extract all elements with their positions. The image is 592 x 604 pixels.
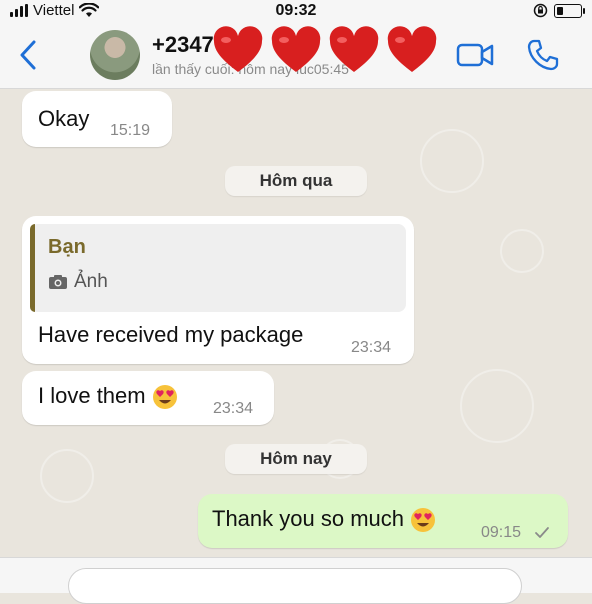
- status-time: 09:32: [275, 2, 317, 19]
- message-bubble-outgoing[interactable]: Thank you so much 09:15: [198, 494, 568, 548]
- back-chevron-icon[interactable]: [14, 38, 44, 72]
- quoted-message[interactable]: Bạn Ảnh: [30, 224, 406, 312]
- message-text: I love them: [38, 383, 178, 410]
- composer-bar: [0, 557, 592, 604]
- quote-body: Ảnh: [48, 271, 108, 293]
- heart-icon: [329, 26, 379, 73]
- status-right: [533, 3, 585, 18]
- contact-avatar[interactable]: [90, 30, 140, 80]
- status-bar: Viettel 09:32: [0, 0, 592, 24]
- quote-accent-bar: [30, 224, 35, 312]
- camera-icon: [49, 275, 67, 289]
- message-bubble-incoming[interactable]: Okay 15:19: [22, 91, 172, 147]
- quote-text: Ảnh: [74, 271, 108, 292]
- message-bubble-incoming[interactable]: Bạn Ảnh Have received my package 23:34: [22, 216, 414, 364]
- heart-icon: [213, 26, 263, 73]
- video-call-icon[interactable]: [456, 40, 494, 70]
- message-text: Thank you so much: [212, 506, 436, 533]
- heart-eyes-emoji: [411, 508, 436, 533]
- chat-area[interactable]: Okay 15:19 Hôm qua Bạn Ảnh Have received…: [0, 89, 592, 557]
- battery-icon: [554, 3, 585, 18]
- message-text-content: Thank you so much: [212, 506, 404, 531]
- wallpaper-doodle: [40, 449, 94, 503]
- heart-icon: [387, 26, 437, 73]
- date-separator: Hôm nay: [225, 444, 367, 474]
- message-time: 15:19: [110, 122, 151, 139]
- message-text: Okay: [38, 106, 90, 131]
- wallpaper-doodle: [500, 229, 544, 273]
- wallpaper-doodle: [420, 129, 484, 193]
- sent-check-icon: [535, 527, 549, 538]
- message-text: Have received my package: [38, 322, 304, 347]
- heart-sticker-overlay: [212, 26, 438, 78]
- wallpaper-doodle: [460, 369, 534, 443]
- message-time: 09:15: [481, 524, 522, 541]
- heart-eyes-emoji: [152, 385, 177, 410]
- message-time: 23:34: [351, 339, 392, 356]
- voice-call-icon[interactable]: [526, 38, 560, 72]
- message-text-content: I love them: [38, 383, 146, 408]
- date-separator: Hôm qua: [225, 166, 367, 196]
- message-input[interactable]: [68, 568, 522, 604]
- heart-icon: [271, 26, 321, 73]
- message-bubble-incoming[interactable]: I love them 23:34: [22, 371, 274, 425]
- chat-header: +2347 lần thấy cuối: hôm nay lúc05:45: [0, 24, 592, 89]
- quote-author: Bạn: [48, 236, 86, 258]
- message-time: 23:34: [213, 400, 254, 417]
- rotation-lock-icon: [533, 3, 548, 18]
- contact-name[interactable]: +2347: [152, 32, 214, 58]
